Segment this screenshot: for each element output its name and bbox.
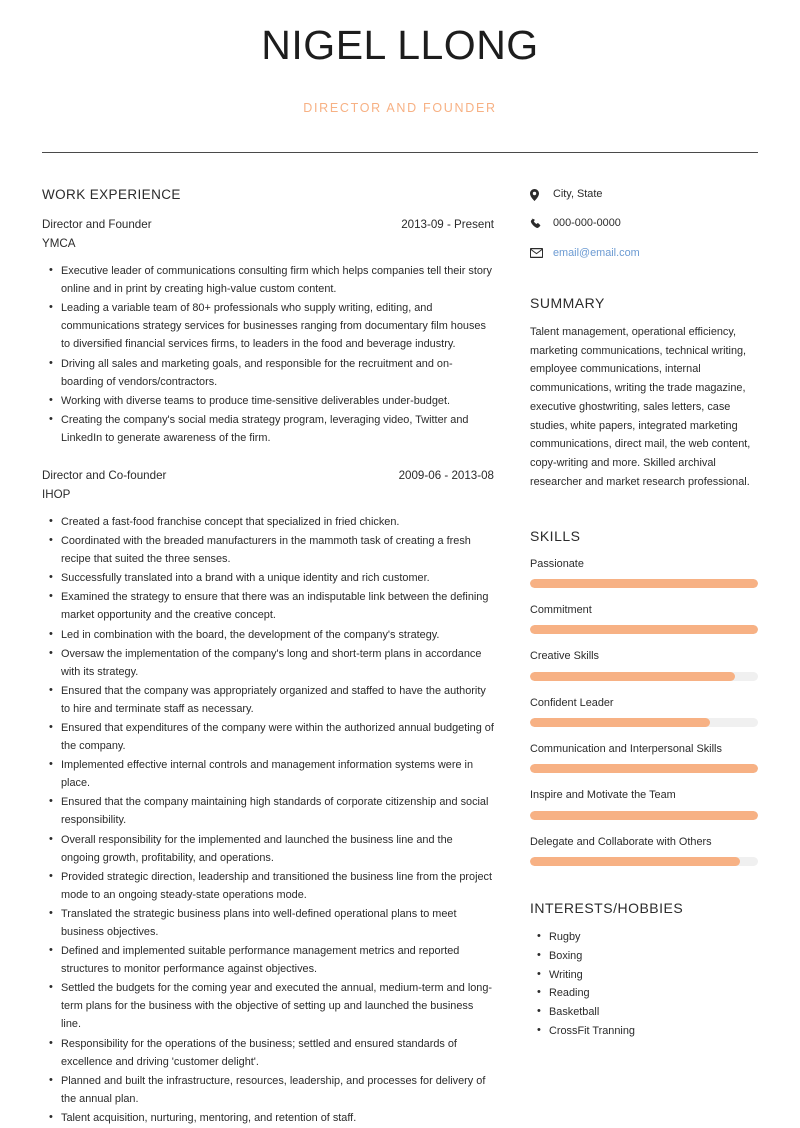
skill-label: Passionate bbox=[530, 557, 584, 570]
interest-item: Boxing bbox=[537, 946, 758, 966]
summary-text: Talent management, operational efficienc… bbox=[530, 325, 751, 488]
skill-bar-fill bbox=[530, 671, 736, 681]
job-bullet: Examined the strategy to ensure that the… bbox=[49, 587, 494, 624]
job-bullet: Translated the strategic business plans … bbox=[49, 904, 494, 941]
contact-value: City, State bbox=[553, 188, 603, 201]
job-bullet: Ensured that the company maintaining hig… bbox=[49, 792, 494, 829]
skill-bar-track bbox=[530, 857, 758, 867]
job-header-row: Director and Co-founder 2009-06 - 2013-08 bbox=[42, 467, 494, 485]
skill-item: Commitment bbox=[530, 602, 758, 635]
job-position: Director and Founder bbox=[42, 218, 152, 232]
contact-email-link[interactable]: email@email.com bbox=[553, 246, 640, 261]
contact-value: 000-000-0000 bbox=[553, 217, 621, 230]
job-bullet: Working with diverse teams to produce ti… bbox=[49, 391, 494, 410]
job-bullet: Successfully translated into a brand wit… bbox=[49, 568, 494, 587]
skill-item: Communication and Interpersonal Skills bbox=[530, 741, 758, 774]
job-bullet: Defined and implemented suitable perform… bbox=[49, 941, 494, 978]
job-bullet-list: Created a fast-food franchise concept th… bbox=[42, 512, 494, 1128]
resume-header: NIGEL LLONG DIRECTOR AND FOUNDER bbox=[0, 0, 800, 115]
job-bullet-list: Executive leader of communications consu… bbox=[42, 261, 494, 447]
interest-item: Writing bbox=[537, 965, 758, 985]
skill-bar-fill bbox=[530, 625, 758, 635]
job-header-row: Director and Founder 2013-09 - Present bbox=[42, 216, 494, 234]
work-experience-entry: Director and Founder 2013-09 - Present YMC… bbox=[42, 216, 494, 447]
job-bullet: Executive leader of communications consu… bbox=[49, 261, 494, 298]
job-bullet: Driving all sales and marketing goals, a… bbox=[49, 354, 494, 391]
job-bullet: Created a fast-food franchise concept th… bbox=[49, 512, 494, 531]
job-bullet: Responsibility for the operations of the… bbox=[49, 1034, 494, 1071]
interest-item: Basketball bbox=[537, 1002, 758, 1022]
page-title: NIGEL LLONG bbox=[261, 22, 539, 68]
work-experience-entry: Director and Co-founder 2009-06 - 2013-08… bbox=[42, 467, 494, 1128]
interest-item: Reading bbox=[537, 983, 758, 1003]
phone-icon bbox=[530, 218, 546, 230]
envelope-icon bbox=[530, 248, 546, 259]
contact-item[interactable]: email@email.com bbox=[530, 246, 758, 261]
skill-bar-fill bbox=[530, 718, 711, 728]
interest-item: Rugby bbox=[537, 927, 758, 947]
job-bullet: Talent acquisition, nurturing, mentoring… bbox=[49, 1108, 494, 1127]
skill-item: Delegate and Collaborate with Others bbox=[530, 834, 758, 867]
job-bullet: Coordinated with the breaded manufacture… bbox=[49, 531, 494, 568]
resume-page: NIGEL LLONG DIRECTOR AND FOUNDER WORK EX… bbox=[0, 0, 800, 1128]
job-bullet: Implemented effective internal controls … bbox=[49, 755, 494, 792]
contact-list: City, State 000-000-0000 email@email.com bbox=[530, 187, 758, 261]
interests-list: RugbyBoxingWritingReadingBasketballCross… bbox=[530, 927, 758, 1041]
skill-label: Commitment bbox=[530, 604, 592, 617]
skill-item: Creative Skills bbox=[530, 648, 758, 681]
job-bullet: Ensured that expenditures of the company… bbox=[49, 718, 494, 755]
interest-item: CrossFit Tranning bbox=[537, 1021, 758, 1041]
summary-section: SUMMARY Talent management, operational e… bbox=[530, 295, 758, 492]
job-dates: 2009-06 - 2013-08 bbox=[398, 469, 494, 483]
header-subtitle: DIRECTOR AND FOUNDER bbox=[303, 101, 497, 116]
job-company: IHOP bbox=[42, 487, 71, 501]
section-heading-interests: INTERESTS/HOBBIES bbox=[530, 900, 684, 917]
work-experience-list: Director and Founder 2013-09 - Present YMC… bbox=[42, 216, 494, 1128]
skill-bar-track bbox=[530, 671, 758, 681]
section-heading-summary: SUMMARY bbox=[530, 294, 605, 311]
skill-bar-track bbox=[530, 810, 758, 820]
skill-label: Communication and Interpersonal Skills bbox=[530, 743, 722, 756]
section-heading-skills: SKILLS bbox=[530, 527, 581, 544]
main-column: WORK EXPERIENCE Director and Founder 2013… bbox=[42, 187, 520, 1128]
skill-label: Confident Leader bbox=[530, 696, 614, 709]
job-dates: 2013-09 - Present bbox=[401, 218, 494, 232]
skill-label: Inspire and Motivate the Team bbox=[530, 789, 676, 802]
section-heading-work-experience: WORK EXPERIENCE bbox=[42, 187, 181, 203]
job-bullet: Overall responsibility for the implement… bbox=[49, 830, 494, 867]
contact-item: 000-000-0000 bbox=[530, 216, 758, 231]
skill-bar-fill bbox=[530, 810, 758, 820]
location-pin-icon bbox=[530, 188, 546, 201]
sidebar-column: City, State 000-000-0000 email@email.com S… bbox=[520, 187, 758, 1128]
skill-item: Inspire and Motivate the Team bbox=[530, 787, 758, 820]
job-bullet: Leading a variable team of 80+ professio… bbox=[49, 298, 494, 353]
job-position: Director and Co-founder bbox=[42, 469, 167, 483]
skills-list: Passionate Commitment Creative Skills Confi… bbox=[530, 556, 758, 867]
skill-bar-track bbox=[530, 718, 758, 728]
skill-bar-track bbox=[530, 625, 758, 635]
job-bullet: Provided strategic direction, leadership… bbox=[49, 867, 494, 904]
job-bullet: Creating the company's social media stra… bbox=[49, 410, 494, 447]
skill-bar-fill bbox=[530, 857, 740, 867]
skill-bar-fill bbox=[530, 579, 758, 589]
skill-bar-track bbox=[530, 579, 758, 589]
job-bullet: Oversaw the implementation of the compan… bbox=[49, 644, 494, 681]
skill-label: Delegate and Collaborate with Others bbox=[530, 835, 712, 848]
skill-label: Creative Skills bbox=[530, 650, 599, 663]
interests-section: INTERESTS/HOBBIES RugbyBoxingWritingRead… bbox=[530, 900, 758, 1041]
job-bullet: Settled the budgets for the coming year … bbox=[49, 978, 494, 1033]
skill-bar-fill bbox=[530, 764, 758, 774]
job-company: YMCA bbox=[42, 237, 76, 251]
header-divider bbox=[42, 152, 758, 154]
skill-item: Passionate bbox=[530, 556, 758, 589]
skills-section: SKILLS Passionate Commitment Creative Skil… bbox=[530, 528, 758, 867]
job-bullet: Planned and built the infrastructure, re… bbox=[49, 1071, 494, 1108]
job-bullet: Ensured that the company was appropriate… bbox=[49, 681, 494, 718]
resume-body: WORK EXPERIENCE Director and Founder 2013… bbox=[0, 187, 800, 1128]
skill-bar-track bbox=[530, 764, 758, 774]
contact-item: City, State bbox=[530, 187, 758, 202]
skill-item: Confident Leader bbox=[530, 695, 758, 728]
job-bullet: Led in combination with the board, the d… bbox=[49, 625, 494, 644]
